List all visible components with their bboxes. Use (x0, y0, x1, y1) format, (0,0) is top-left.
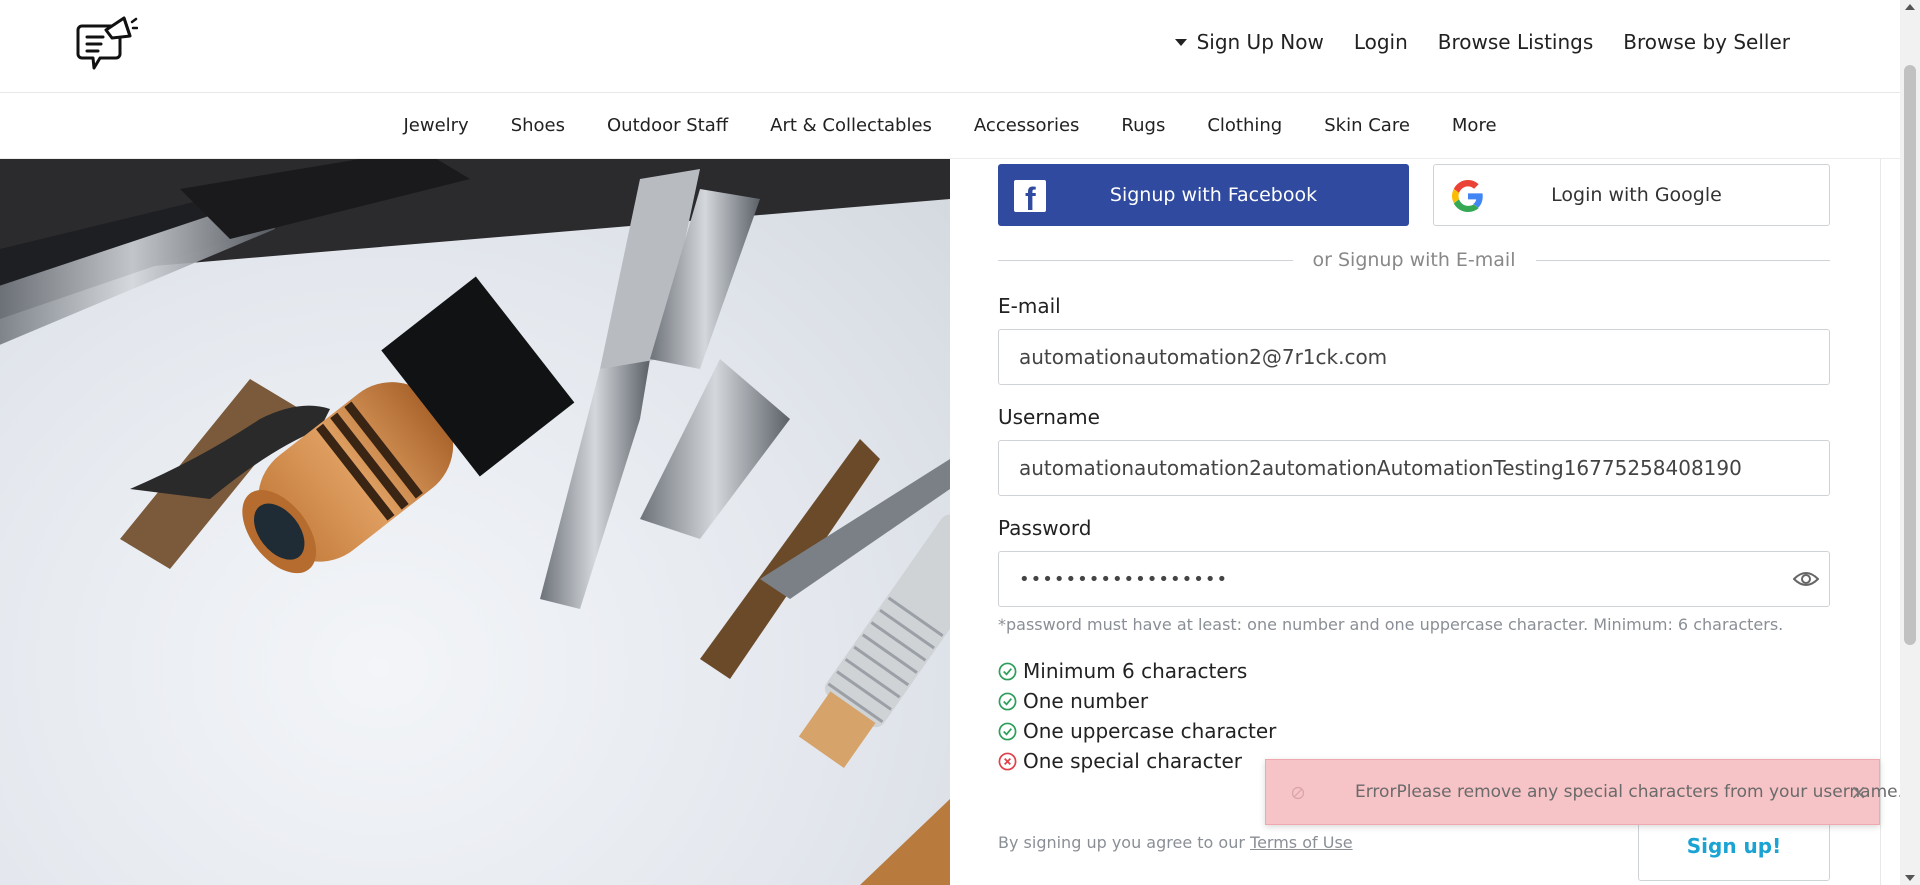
nav-login[interactable]: Login (1354, 30, 1408, 54)
category-art-collectables[interactable]: Art & Collectables (770, 115, 932, 136)
right-gutter (1880, 159, 1900, 885)
category-accessories[interactable]: Accessories (974, 115, 1080, 136)
divider-line (1535, 259, 1831, 261)
password-hint: *password must have at least: one number… (998, 615, 1784, 634)
scroll-up-arrow-icon[interactable] (1905, 4, 1915, 10)
error-icon (1291, 786, 1305, 800)
category-clothing[interactable]: Clothing (1207, 115, 1282, 136)
error-toast: ErrorPlease remove any special character… (1265, 759, 1903, 825)
terms-text: By signing up you agree to our Terms of … (998, 833, 1353, 852)
nav-browse-listings[interactable]: Browse Listings (1438, 30, 1594, 54)
check-circle-icon (998, 662, 1017, 680)
signup-form: f Signup with Facebook Login with Google… (998, 159, 1831, 881)
password-field[interactable]: •••••••••••••••••• (998, 551, 1830, 607)
category-outdoor-staff[interactable]: Outdoor Staff (607, 115, 728, 136)
scroll-down-arrow-icon[interactable] (1905, 875, 1915, 881)
category-nav: Jewelry Shoes Outdoor Staff Art & Collec… (0, 93, 1900, 159)
rule-min-characters: Minimum 6 characters (998, 656, 1830, 686)
username-label: Username (998, 405, 1100, 429)
password-label: Password (998, 516, 1092, 540)
category-rugs[interactable]: Rugs (1121, 115, 1165, 136)
toast-message: ErrorPlease remove any special character… (1355, 782, 1904, 802)
terms-of-use-link[interactable]: Terms of Use (1250, 833, 1353, 852)
password-rules: Minimum 6 characters One number One uppe… (998, 656, 1830, 776)
site-header: Sign Up Now Login Browse Listings Browse… (0, 0, 1900, 93)
google-icon (1452, 180, 1483, 212)
logo-icon[interactable] (76, 14, 138, 78)
caret-down-icon (1174, 38, 1187, 46)
category-skin-care[interactable]: Skin Care (1324, 115, 1410, 136)
rule-uppercase: One uppercase character (998, 716, 1830, 746)
nav-browse-by-seller[interactable]: Browse by Seller (1623, 30, 1790, 54)
google-login-button[interactable]: Login with Google (1433, 164, 1830, 226)
scrollbar-thumb[interactable] (1904, 65, 1916, 645)
page-scrollbar[interactable] (1900, 0, 1920, 885)
social-buttons: f Signup with Facebook Login with Google (998, 164, 1830, 226)
divider-line (998, 259, 1293, 261)
check-circle-icon (998, 722, 1017, 740)
facebook-icon: f (1014, 180, 1046, 215)
username-field[interactable]: automationautomation2automationAutomatio… (998, 440, 1830, 496)
x-circle-icon (998, 752, 1017, 770)
rule-one-number: One number (998, 686, 1830, 716)
email-divider: or Signup with E-mail (998, 246, 1831, 274)
facebook-signup-button[interactable]: f Signup with Facebook (998, 164, 1409, 226)
toast-close-icon[interactable]: × (1850, 780, 1867, 804)
check-circle-icon (998, 692, 1017, 710)
email-field[interactable]: automationautomation2@7r1ck.com (998, 329, 1830, 385)
email-label: E-mail (998, 294, 1061, 318)
show-password-eye-icon[interactable] (1793, 568, 1819, 590)
category-jewelry[interactable]: Jewelry (403, 115, 468, 136)
tools-illustration (0, 159, 950, 885)
category-shoes[interactable]: Shoes (511, 115, 565, 136)
category-more[interactable]: More (1452, 115, 1497, 136)
nav-sign-up-now[interactable]: Sign Up Now (1174, 30, 1324, 54)
hero-image (0, 159, 950, 885)
top-nav: Sign Up Now Login Browse Listings Browse… (1145, 30, 1790, 54)
